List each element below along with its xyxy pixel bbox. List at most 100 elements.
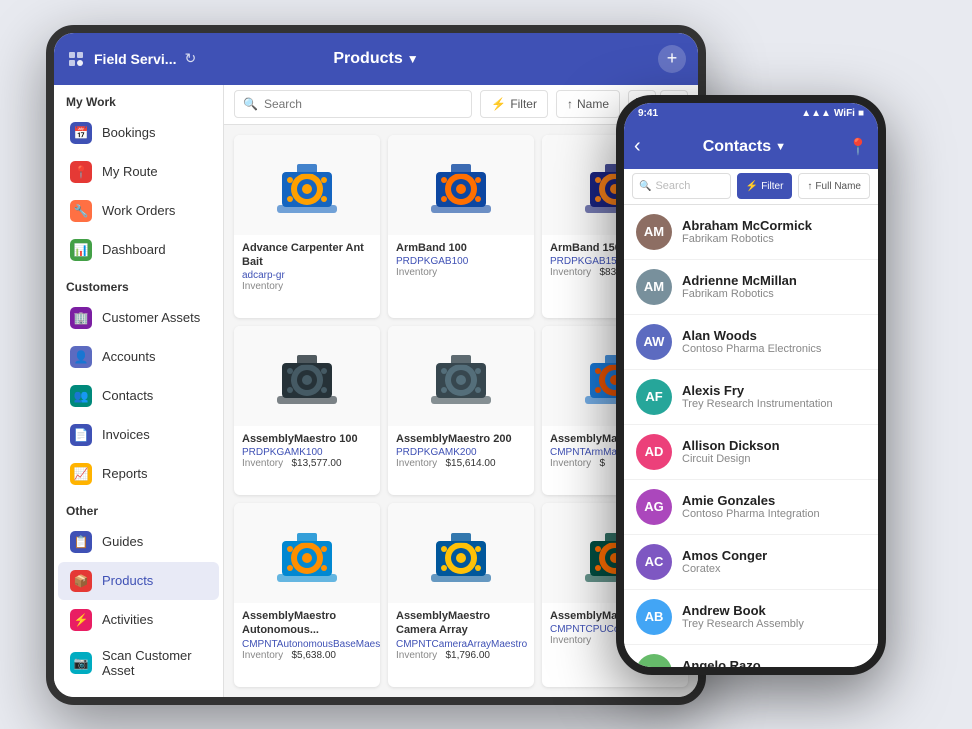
filter-button[interactable]: ⚡ Filter <box>480 90 548 118</box>
sidebar-item-activities[interactable]: ⚡ Activities <box>58 601 219 639</box>
contact-item[interactable]: AW Alan Woods Contoso Pharma Electronics <box>624 315 878 370</box>
sidebar-item-scan[interactable]: 📷 Scan Customer Asset <box>58 640 219 686</box>
back-button[interactable]: ‹ <box>634 135 641 158</box>
contact-name: Amie Gonzales <box>682 493 820 508</box>
phone-sort-icon: ↑ <box>807 181 812 192</box>
sort-icon: ↑ <box>567 97 573 111</box>
contact-company: Contoso Pharma Integration <box>682 508 820 520</box>
signal-icon: ▲▲▲ <box>801 108 831 119</box>
product-card[interactable]: AssemblyMaestro 200 PRDPKGAMK200 Invento… <box>388 326 534 495</box>
contact-item[interactable]: AD Allison Dickson Circuit Design <box>624 425 878 480</box>
contact-name: Angelo Razo <box>682 658 802 667</box>
tablet-device: Field Servi... ↻ Products ▼ + My Work <box>46 25 706 705</box>
location-button[interactable]: 📍 <box>848 137 868 157</box>
search-input[interactable] <box>264 97 463 111</box>
nav-title[interactable]: Products ▼ <box>226 50 526 68</box>
sidebar-item-contacts[interactable]: 👥 Contacts <box>58 377 219 415</box>
search-box[interactable]: 🔍 <box>234 90 472 118</box>
product-card[interactable]: AssemblyMaestro 100 PRDPKGAMK100 Invento… <box>234 326 380 495</box>
product-type: Inventory $13,577.00 <box>242 458 372 469</box>
product-image <box>388 503 534 603</box>
phone-search-box[interactable]: 🔍 Search <box>632 173 731 199</box>
bookings-icon: 📅 <box>70 122 92 144</box>
contact-info: Allison Dickson Circuit Design <box>682 438 780 465</box>
product-name: Advance Carpenter Ant Bait <box>242 241 372 270</box>
product-name: ArmBand 100 <box>396 241 526 255</box>
sidebar-item-label: Accounts <box>102 349 155 364</box>
contact-name: Adrienne McMillan <box>682 273 797 288</box>
sidebar-item-customerassets[interactable]: 🏢 Customer Assets <box>58 299 219 337</box>
sidebar-item-label: Guides <box>102 534 143 549</box>
product-type: Inventory $5,638.00 <box>242 650 372 661</box>
phone-nav: ‹ Contacts ▼ 📍 <box>624 125 878 169</box>
product-card[interactable]: AssemblyMaestro Autonomous... CMPNTAuton… <box>234 503 380 686</box>
phone-time: 9:41 <box>638 108 658 119</box>
contact-item[interactable]: AB Andrew Book Trey Research Assembly <box>624 590 878 645</box>
contact-avatar: AD <box>636 434 672 470</box>
myroute-icon: 📍 <box>70 161 92 183</box>
product-image <box>234 326 380 426</box>
product-card[interactable]: ArmBand 100 PRDPKGAB100 Inventory <box>388 135 534 318</box>
contact-name: Andrew Book <box>682 603 804 618</box>
phone-status-bar: 9:41 ▲▲▲ WiFi ■ <box>624 103 878 125</box>
contact-company: Coratex <box>682 563 767 575</box>
contact-item[interactable]: AM Adrienne McMillan Fabrikam Robotics <box>624 260 878 315</box>
contact-avatar: AB <box>636 599 672 635</box>
product-image <box>388 135 534 235</box>
add-button[interactable]: + <box>658 45 686 73</box>
tablet-body: My Work 📅 Bookings 📍 My Route 🔧 Work Ord… <box>54 85 698 697</box>
sidebar-item-label: Bookings <box>102 125 155 140</box>
accounts-icon: 👤 <box>70 346 92 368</box>
contact-avatar: AC <box>636 544 672 580</box>
reports-icon: 📈 <box>70 463 92 485</box>
phone-sort-button[interactable]: ↑ Full Name <box>798 173 870 199</box>
sidebar-item-myroute[interactable]: 📍 My Route <box>58 153 219 191</box>
contact-item[interactable]: AG Amie Gonzales Contoso Pharma Integrat… <box>624 480 878 535</box>
filter-icon: ⚡ <box>491 97 506 111</box>
sidebar-item-dashboard[interactable]: 📊 Dashboard <box>58 231 219 269</box>
sidebar-item-label: Customer Assets <box>102 310 200 325</box>
sidebar-item-products[interactable]: 📦 Products <box>58 562 219 600</box>
product-type: Inventory $15,614.00 <box>396 458 526 469</box>
sidebar-item-label: Products <box>102 573 153 588</box>
contact-item[interactable]: AF Alexis Fry Trey Research Instrumentat… <box>624 370 878 425</box>
sidebar-item-label: Dashboard <box>102 242 166 257</box>
product-info: AssemblyMaestro 200 PRDPKGAMK200 Invento… <box>388 426 534 475</box>
invoices-icon: 📄 <box>70 424 92 446</box>
header-right: + <box>526 45 686 73</box>
wifi-icon: WiFi <box>834 108 855 119</box>
sidebar-item-guides[interactable]: 📋 Guides <box>58 523 219 561</box>
phone-filter-button[interactable]: ⚡ Filter <box>737 173 793 199</box>
sidebar-item-reports[interactable]: 📈 Reports <box>58 455 219 493</box>
refresh-icon[interactable]: ↻ <box>184 50 196 67</box>
contact-avatar: AR <box>636 654 672 667</box>
product-info: AssemblyMaestro Autonomous... CMPNTAuton… <box>234 603 380 667</box>
sidebar-item-workorders[interactable]: 🔧 Work Orders <box>58 192 219 230</box>
phone-nav-icons: 📍 <box>848 137 868 157</box>
contact-info: Adrienne McMillan Fabrikam Robotics <box>682 273 797 300</box>
product-card[interactable]: AssemblyMaestro Camera Array CMPNTCamera… <box>388 503 534 686</box>
contact-name: Amos Conger <box>682 548 767 563</box>
contact-item[interactable]: AR Angelo Razo Tailspin Toys Fabrication <box>624 645 878 667</box>
product-name: AssemblyMaestro 100 <box>242 432 372 446</box>
my-work-header: My Work <box>54 85 223 113</box>
contact-info: Angelo Razo Tailspin Toys Fabrication <box>682 658 802 667</box>
sort-button[interactable]: ↑ Name <box>556 90 620 118</box>
product-code: PRDPKGAMK200 <box>396 447 526 458</box>
product-info: AssemblyMaestro 100 PRDPKGAMK100 Invento… <box>234 426 380 475</box>
contact-company: Circuit Design <box>682 453 780 465</box>
tablet-header: Field Servi... ↻ Products ▼ + <box>54 33 698 85</box>
sidebar-item-invoices[interactable]: 📄 Invoices <box>58 416 219 454</box>
product-name: AssemblyMaestro Camera Array <box>396 609 526 638</box>
contact-name: Allison Dickson <box>682 438 780 453</box>
contact-avatar: AW <box>636 324 672 360</box>
sidebar-item-bookings[interactable]: 📅 Bookings <box>58 114 219 152</box>
contact-info: Alexis Fry Trey Research Instrumentation <box>682 383 833 410</box>
product-image <box>234 135 380 235</box>
contact-item[interactable]: AC Amos Conger Coratex <box>624 535 878 590</box>
product-card[interactable]: Advance Carpenter Ant Bait adcarp-gr Inv… <box>234 135 380 318</box>
search-icon: 🔍 <box>243 97 258 111</box>
sidebar-item-accounts[interactable]: 👤 Accounts <box>58 338 219 376</box>
contact-item[interactable]: AM Abraham McCormick Fabrikam Robotics <box>624 205 878 260</box>
customers-header: Customers <box>54 270 223 298</box>
